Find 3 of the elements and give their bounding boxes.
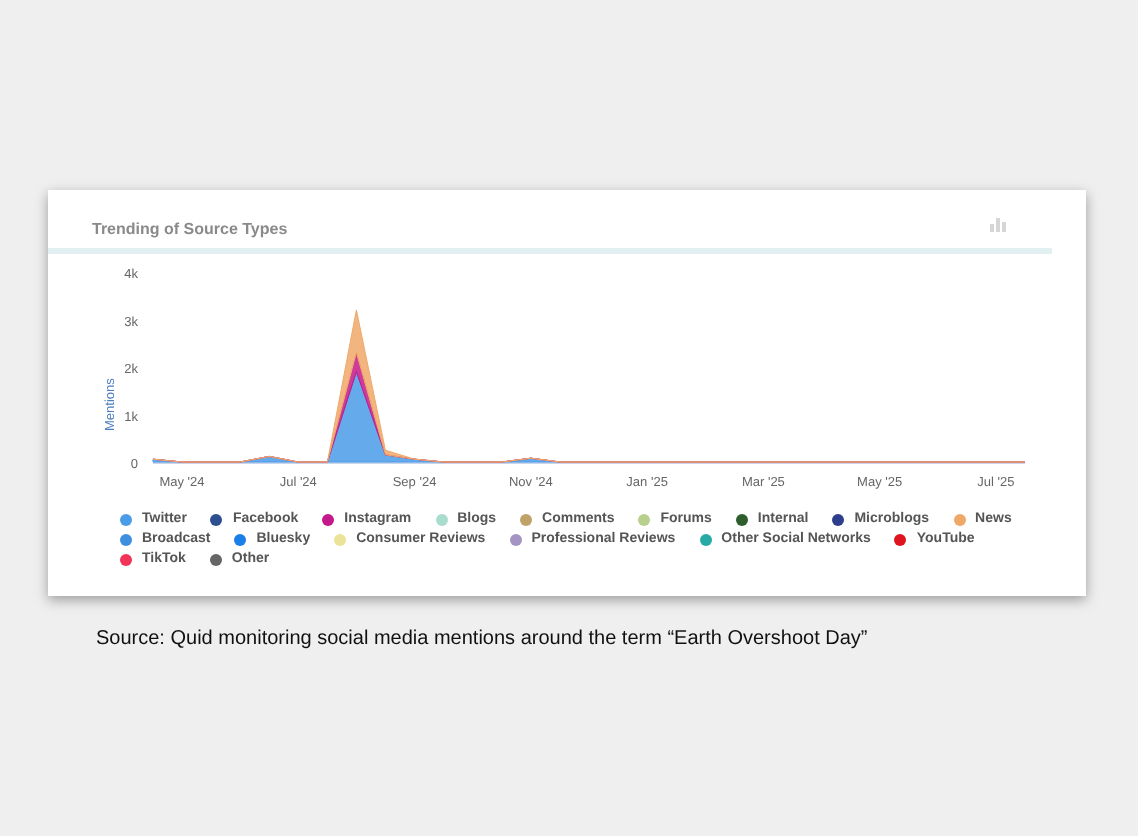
source-caption: Source: Quid monitoring social media mentions around the term “Earth Overshoot Day” <box>94 626 870 654</box>
chart-title: Trending of Source Types <box>92 218 288 242</box>
bar-chart-icon[interactable] <box>990 218 1008 232</box>
